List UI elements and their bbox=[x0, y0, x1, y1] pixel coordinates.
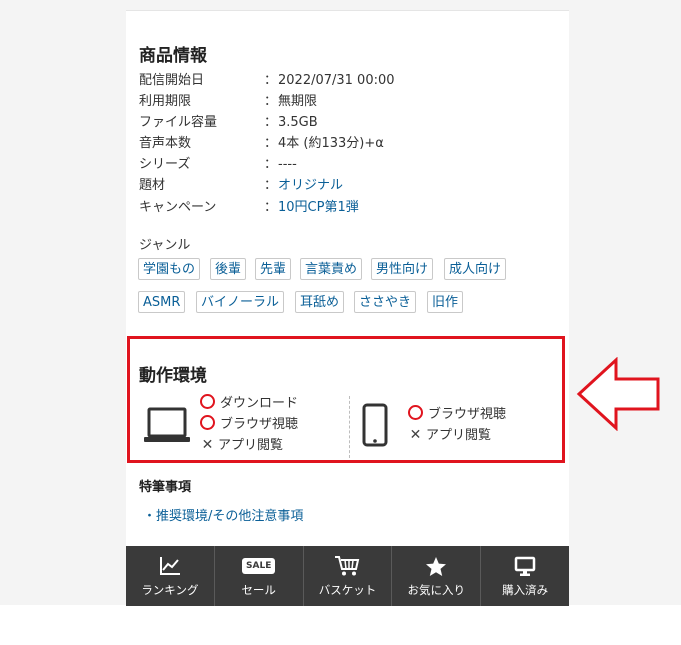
env-label: アプリ閲覧 bbox=[218, 438, 284, 453]
info-value: 3.5GB bbox=[278, 115, 318, 130]
env-label: ダウンロード bbox=[220, 396, 299, 411]
smartphone-icon bbox=[362, 403, 388, 447]
supported-circle-icon bbox=[408, 405, 423, 420]
genre-tag[interactable]: 成人向け bbox=[444, 258, 507, 280]
env-label: ブラウザ視聴 bbox=[220, 417, 299, 432]
genre-tag[interactable]: ASMR bbox=[138, 291, 186, 313]
genre-tag[interactable]: 耳舐め bbox=[295, 291, 345, 313]
product-info-title: 商品情報 bbox=[139, 46, 207, 66]
sale-badge-text: SALE bbox=[246, 561, 272, 571]
sale-tag-icon: SALE bbox=[242, 558, 276, 574]
genre-tag[interactable]: バイノーラル bbox=[196, 291, 285, 313]
info-value: ---- bbox=[278, 157, 297, 172]
genre-tag[interactable]: 先輩 bbox=[255, 258, 292, 280]
info-colon: ： bbox=[264, 157, 278, 172]
info-colon: ： bbox=[264, 200, 278, 215]
tab-sale[interactable]: SALE セール bbox=[215, 546, 304, 606]
theme-link[interactable]: オリジナル bbox=[278, 175, 343, 196]
smartphone-app-support: ✕ アプリ閲覧 bbox=[408, 426, 491, 445]
recommended-environment-link[interactable]: ・推奨環境/その他注意事項 bbox=[143, 505, 303, 524]
monitor-icon bbox=[514, 556, 536, 576]
tab-favorites[interactable]: お気に入り bbox=[392, 546, 482, 606]
pointer-arrow-icon bbox=[576, 357, 660, 431]
env-label: アプリ閲覧 bbox=[426, 428, 492, 443]
environment-divider bbox=[349, 396, 350, 458]
genre-tag[interactable]: 学園もの bbox=[138, 258, 201, 280]
page-background-bottom bbox=[0, 605, 681, 645]
info-colon: ： bbox=[264, 178, 278, 193]
info-value: 4本 (約133分)+α bbox=[278, 136, 384, 151]
star-icon bbox=[426, 556, 447, 576]
genre-tag[interactable]: 後輩 bbox=[210, 258, 247, 280]
laptop-icon bbox=[144, 407, 190, 442]
info-value: 2022/07/31 00:00 bbox=[278, 73, 395, 88]
info-colon: ： bbox=[264, 136, 278, 151]
pc-download-support: ダウンロード bbox=[200, 394, 298, 413]
tab-ranking[interactable]: ランキング bbox=[126, 546, 215, 606]
basket-icon bbox=[335, 556, 360, 576]
genre-heading: ジャンル bbox=[139, 238, 191, 253]
smartphone-browser-support: ブラウザ視聴 bbox=[408, 405, 506, 424]
info-label: 音声本数 bbox=[139, 136, 192, 151]
notes-title: 特筆事項 bbox=[139, 480, 192, 495]
tab-label: 購入済み bbox=[502, 583, 549, 597]
environment-highlight-box: 動作環境 ダウンロード ブラウザ視聴 ✕ アプリ閲覧 ブラウザ視聴 ✕ アプリ閲覧 bbox=[127, 336, 565, 463]
genre-tag[interactable]: 旧作 bbox=[427, 291, 464, 313]
pc-app-support: ✕ アプリ閲覧 bbox=[200, 436, 283, 455]
unsupported-cross-icon: ✕ bbox=[409, 427, 422, 443]
tab-purchased[interactable]: 購入済み bbox=[481, 546, 569, 606]
genre-tag[interactable]: 言葉責め bbox=[300, 258, 363, 280]
info-label: ファイル容量 bbox=[139, 115, 218, 130]
info-colon: ： bbox=[264, 73, 278, 88]
supported-circle-icon bbox=[200, 394, 215, 409]
tab-label: セール bbox=[241, 583, 276, 597]
env-label: ブラウザ視聴 bbox=[428, 407, 507, 422]
genre-tag[interactable]: ささやき bbox=[354, 291, 417, 313]
info-label: キャンペーン bbox=[139, 200, 217, 215]
info-colon: ： bbox=[264, 115, 278, 130]
info-label: 利用期限 bbox=[139, 94, 192, 109]
product-detail-panel: 商品情報 配信開始日 ： 2022/07/31 00:00 利用期限 ： 無期限… bbox=[126, 10, 569, 606]
environment-title: 動作環境 bbox=[139, 366, 207, 386]
campaign-link[interactable]: 10円CP第1弾 bbox=[278, 197, 359, 218]
tab-label: お気に入り bbox=[407, 583, 466, 597]
info-label: 題材 bbox=[139, 178, 166, 193]
bottom-tab-bar: ランキング SALE セール バスケット お気に入り 購入済み bbox=[126, 546, 569, 606]
info-colon: ： bbox=[264, 94, 278, 109]
pc-browser-support: ブラウザ視聴 bbox=[200, 415, 298, 434]
genre-tag[interactable]: 男性向け bbox=[371, 258, 434, 280]
supported-circle-icon bbox=[200, 415, 215, 430]
info-label: 配信開始日 bbox=[139, 73, 205, 88]
unsupported-cross-icon: ✕ bbox=[201, 437, 214, 453]
chart-line-icon bbox=[159, 557, 180, 575]
tab-label: ランキング bbox=[141, 583, 199, 597]
tab-label: バスケット bbox=[318, 583, 377, 597]
info-value: 無期限 bbox=[278, 94, 318, 109]
info-label: シリーズ bbox=[139, 157, 191, 172]
tab-basket[interactable]: バスケット bbox=[304, 546, 393, 606]
